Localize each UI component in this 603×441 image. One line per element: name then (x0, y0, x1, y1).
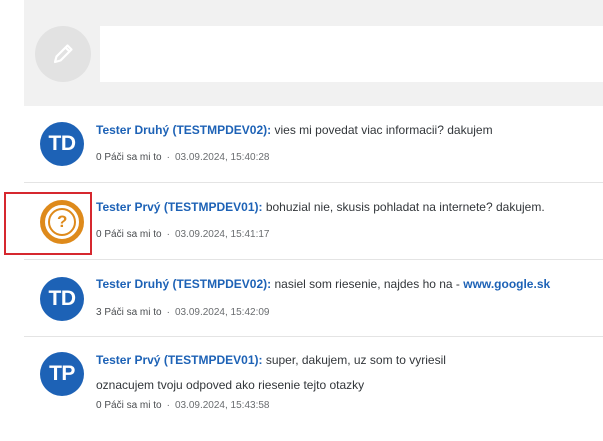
composer-input[interactable] (100, 26, 603, 82)
composer (24, 18, 603, 91)
comment-meta: 0 Páči sa mi to · 03.09.2024, 15:40:28 (96, 152, 269, 163)
comment-text: vies mi povedat viac informacii? dakujem (271, 123, 493, 137)
comment-line: Tester Prvý (TESTMPDEV01): bohuzial nie,… (96, 200, 545, 214)
comment-meta: 0 Páči sa mi to · 03.09.2024, 15:41:17 (96, 229, 269, 240)
comment-text: nasiel som riesenie, najdes ho na - (271, 277, 464, 291)
meta-separator: · (166, 307, 170, 318)
comment-item: TP Tester Prvý (TESTMPDEV01): super, dak… (24, 337, 603, 427)
comment-line: Tester Druhý (TESTMPDEV02): nasiel som r… (96, 277, 550, 291)
timestamp: 03.09.2024, 15:41:17 (174, 229, 270, 240)
timestamp: 03.09.2024, 15:40:28 (174, 152, 270, 163)
avatar[interactable]: TD (40, 277, 84, 321)
author-link[interactable]: Tester Druhý (TESTMPDEV02): (96, 277, 271, 291)
meta-separator: · (166, 152, 170, 163)
comment-text: super, dakujem, uz som to vyriesil (262, 353, 446, 367)
comment-meta: 0 Páči sa mi to · 03.09.2024, 15:43:58 (96, 400, 269, 411)
like-button[interactable]: 0 Páči sa mi to (96, 152, 162, 163)
like-button[interactable]: 0 Páči sa mi to (96, 400, 162, 411)
author-link[interactable]: Tester Prvý (TESTMPDEV01): (96, 200, 263, 214)
avatar[interactable]: TD (40, 122, 84, 166)
like-button[interactable]: 3 Páči sa mi to (96, 307, 162, 318)
comment-feed: TD Tester Druhý (TESTMPDEV02): vies mi p… (24, 106, 603, 428)
comment-item: ? Tester Prvý (TESTMPDEV01): bohuzial ni… (24, 183, 603, 260)
highlight-box (4, 192, 92, 255)
comment-text-line2: oznacujem tvoju odpoved ako riesenie tej… (96, 378, 365, 392)
author-link[interactable]: Tester Druhý (TESTMPDEV02): (96, 123, 271, 137)
comment-item: TD Tester Druhý (TESTMPDEV02): nasiel so… (24, 260, 603, 337)
meta-separator: · (166, 400, 170, 411)
meta-separator: · (166, 229, 170, 240)
comment-line: Tester Druhý (TESTMPDEV02): vies mi pove… (96, 123, 493, 137)
timestamp: 03.09.2024, 15:42:09 (174, 307, 270, 318)
external-link[interactable]: www.google.sk (463, 277, 550, 291)
composer-avatar (35, 26, 91, 82)
comment-line: Tester Prvý (TESTMPDEV01): super, dakuje… (96, 353, 446, 367)
timestamp: 03.09.2024, 15:43:58 (174, 400, 270, 411)
comment-meta: 3 Páči sa mi to · 03.09.2024, 15:42:09 (96, 307, 269, 318)
avatar[interactable]: TP (40, 352, 84, 396)
pencil-icon (53, 44, 73, 64)
comment-text: bohuzial nie, skusis pohladat na interne… (262, 200, 545, 214)
comment-item: TD Tester Druhý (TESTMPDEV02): vies mi p… (24, 106, 603, 183)
like-button[interactable]: 0 Páči sa mi to (96, 229, 162, 240)
author-link[interactable]: Tester Prvý (TESTMPDEV01): (96, 353, 263, 367)
